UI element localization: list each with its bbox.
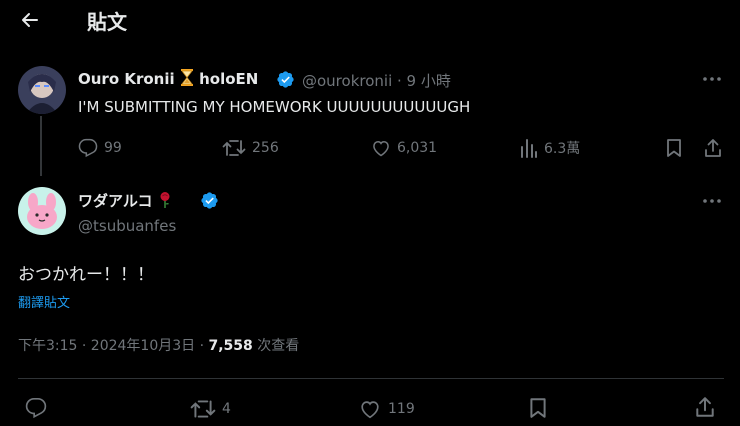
parent-author-name[interactable]: Ouro Kronii holoEN xyxy=(78,69,258,90)
parent-like-button[interactable]: 6,031 xyxy=(371,138,437,158)
repost-icon xyxy=(190,400,216,418)
main-repost-button[interactable]: 4 xyxy=(190,398,231,420)
main-reply-button[interactable] xyxy=(24,397,48,419)
parent-more-button[interactable] xyxy=(698,69,726,89)
verified-badge-icon xyxy=(200,191,219,214)
main-bookmark-button[interactable] xyxy=(528,397,548,419)
main-author-name[interactable]: ワダアルコ xyxy=(78,190,172,213)
back-button[interactable] xyxy=(14,4,46,36)
main-share-button[interactable] xyxy=(695,396,715,418)
repost-icon xyxy=(222,140,246,156)
like-count: 6,031 xyxy=(397,140,438,156)
parent-share-button[interactable] xyxy=(704,138,722,158)
parent-bookmark-button[interactable] xyxy=(665,138,683,158)
share-icon xyxy=(705,139,721,157)
rose-icon xyxy=(158,191,172,213)
verified-badge-icon xyxy=(276,70,295,93)
views-count: 6.3萬 xyxy=(544,141,581,157)
author-display-name: Ouro Kronii xyxy=(78,70,175,88)
hourglass-icon xyxy=(180,69,194,90)
arrow-left-icon xyxy=(22,13,38,27)
view-count: 7,558 xyxy=(208,338,253,354)
bookmark-icon xyxy=(530,398,546,418)
author-display-name: ワダアルコ xyxy=(78,192,153,210)
repost-count: 256 xyxy=(252,140,279,156)
main-like-button[interactable]: 119 xyxy=(358,398,415,420)
author-name-suffix: holoEN xyxy=(199,70,259,88)
more-icon xyxy=(703,199,721,203)
parent-post-text: I'M SUBMITTING MY HOMEWORK UUUUUUUUUUUGH xyxy=(78,98,471,116)
more-icon xyxy=(703,77,721,81)
parent-repost-button[interactable]: 256 xyxy=(222,138,279,158)
view-count-label: 次查看 xyxy=(252,338,300,354)
translate-post-link[interactable]: 翻譯貼文 xyxy=(18,292,70,311)
heart-icon xyxy=(361,401,379,419)
page-title: 貼文 xyxy=(87,10,127,34)
post-timestamp[interactable]: 下午3:15 · 2024年10月3日 · xyxy=(18,338,209,354)
parent-reply-button[interactable]: 99 xyxy=(78,138,122,158)
main-author-handle[interactable]: @tsubuanfes xyxy=(78,217,176,235)
main-more-button[interactable] xyxy=(698,191,726,211)
thread-connector-line xyxy=(40,116,42,176)
post-meta: 下午3:15 · 2024年10月3日 · 7,558 次查看 xyxy=(18,335,299,355)
heart-icon xyxy=(373,140,389,157)
repost-count: 4 xyxy=(222,401,231,417)
avatar-tsubuanfes[interactable] xyxy=(18,187,66,235)
reply-icon xyxy=(78,138,98,158)
like-count: 119 xyxy=(388,401,415,417)
bookmark-icon xyxy=(667,139,681,157)
main-post-text: おつかれー！！！ xyxy=(18,265,154,285)
reply-icon xyxy=(25,398,47,419)
divider xyxy=(18,378,724,379)
reply-count: 99 xyxy=(104,140,122,156)
share-icon xyxy=(696,397,714,417)
parent-views-button[interactable]: 6.3萬 xyxy=(520,138,580,158)
analytics-icon xyxy=(521,139,537,158)
parent-author-handle-time[interactable]: @ourokronii · 9 小時 xyxy=(302,70,451,91)
top-bar: 貼文 xyxy=(0,0,740,40)
avatar-ourokronii[interactable] xyxy=(18,66,66,114)
